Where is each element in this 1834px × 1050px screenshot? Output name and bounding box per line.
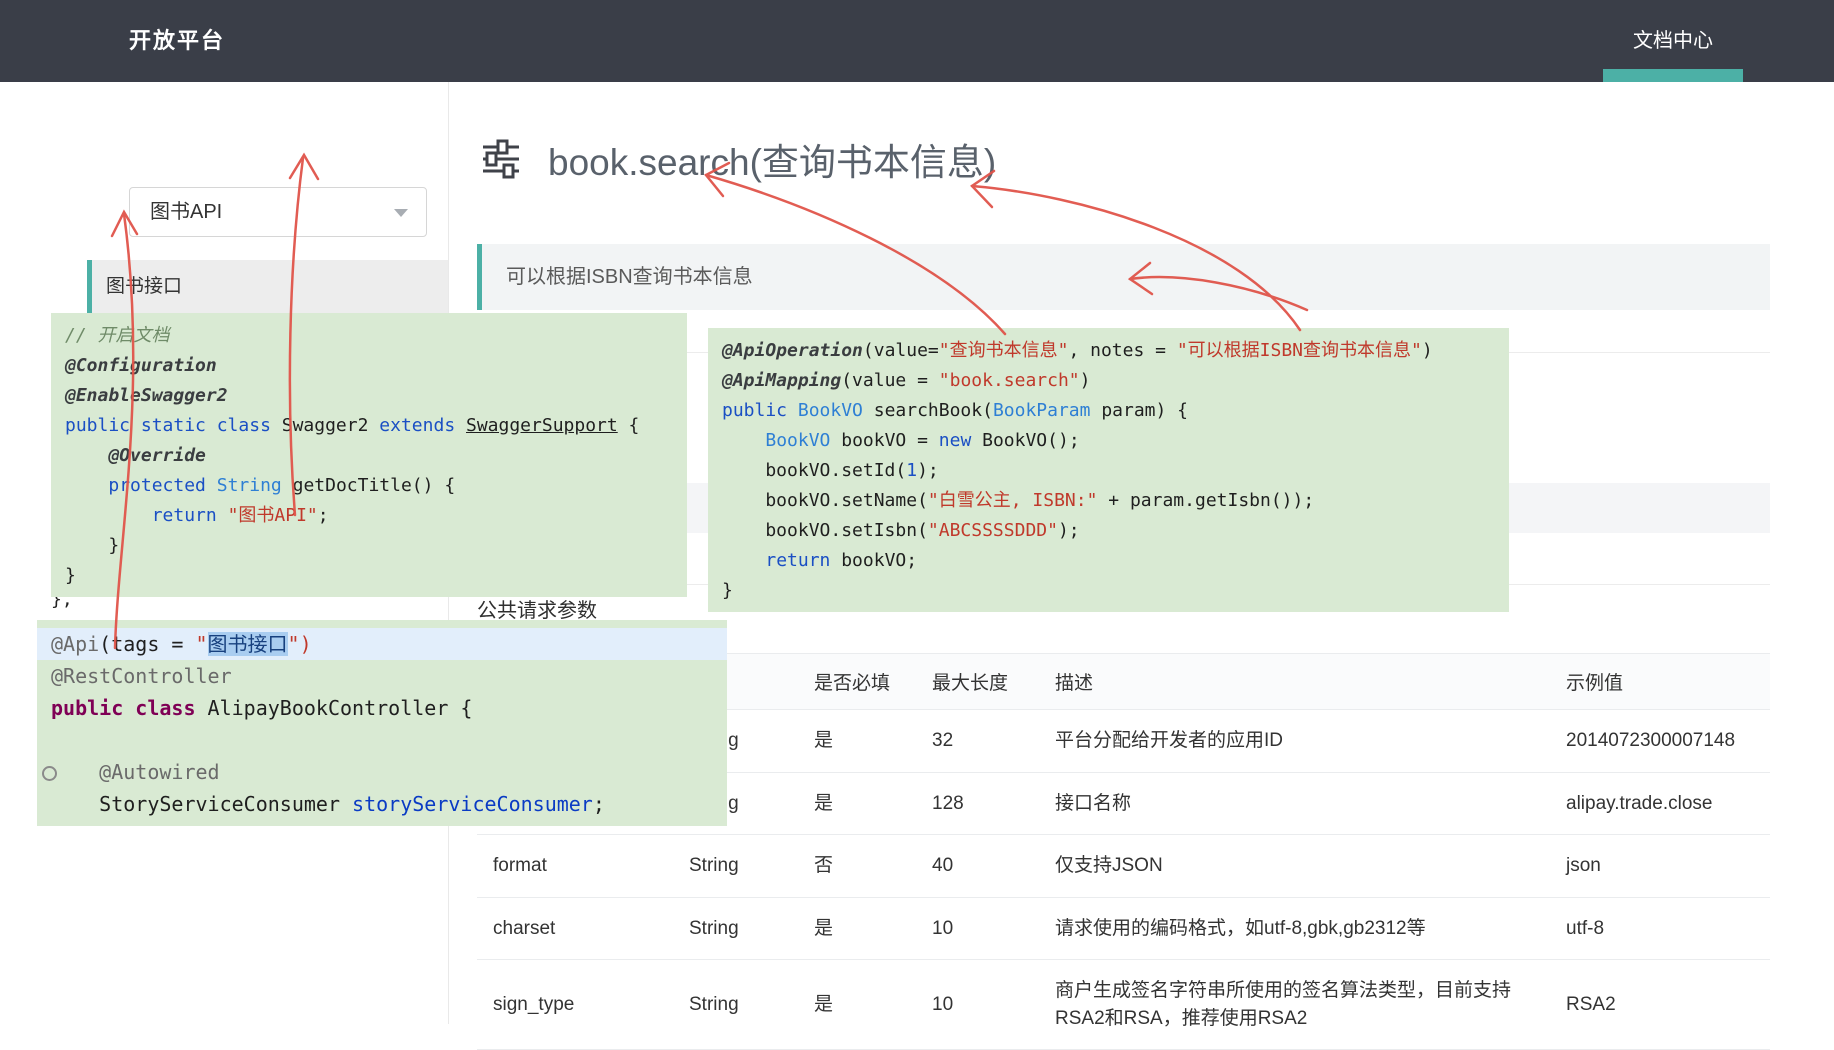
table-cell: 请求使用的编码格式，如utf-8,gbk,gb2312等 <box>1039 897 1550 960</box>
table-cell: 否 <box>798 835 916 898</box>
top-navbar: 开放平台 文档中心 <box>0 0 1834 82</box>
table-cell: json <box>1550 835 1770 898</box>
nav-item-doc-center-label: 文档中心 <box>1633 30 1713 52</box>
table-cell: 10 <box>916 897 1039 960</box>
code-line: bookVO.setId(1); <box>708 456 1509 486</box>
table-cell: 平台分配给开发者的应用ID <box>1039 710 1550 773</box>
table-cell: 是 <box>798 710 916 773</box>
table-cell: 仅支持JSON <box>1039 835 1550 898</box>
chevron-down-icon <box>394 209 408 217</box>
code-line: bookVO.setIsbn("ABCSSSSDDD"); <box>708 516 1509 546</box>
code-line: protected String getDocTitle() { <box>51 471 687 501</box>
table-cell: format <box>477 835 673 898</box>
code-line: public BookVO searchBook(BookParam param… <box>708 396 1509 426</box>
api-select-value: 图书API <box>150 188 222 236</box>
column-header: 是否必填 <box>798 654 916 710</box>
table-cell: 32 <box>916 710 1039 773</box>
code-line: BookVO bookVO = new BookVO(); <box>708 426 1509 456</box>
table-cell: sign_type <box>477 960 673 1050</box>
table-cell: 128 <box>916 772 1039 835</box>
table-cell: charset <box>477 897 673 960</box>
column-header: 示例值 <box>1550 654 1770 710</box>
api-select-dropdown[interactable]: 图书API <box>129 187 427 237</box>
code-line: @Autowired <box>37 756 727 788</box>
code-line: // 开启文档 <box>51 321 687 351</box>
code-line: bookVO.setName("白雪公主, ISBN:" + param.get… <box>708 486 1509 516</box>
table-cell: 是 <box>798 897 916 960</box>
table-cell: 10 <box>916 960 1039 1050</box>
code-line: @ApiOperation(value="查询书本信息", notes = "可… <box>708 336 1509 366</box>
code-line: return bookVO; <box>708 546 1509 576</box>
code-line: public static class Swagger2 extends Swa… <box>51 411 687 441</box>
nav-item-doc-center[interactable]: 文档中心 <box>1603 0 1743 82</box>
sidebar-item-book-api-group[interactable]: 图书接口 <box>87 260 448 314</box>
table-row: formatString否40仅支持JSONjson <box>477 835 1770 898</box>
table-cell: utf-8 <box>1550 897 1770 960</box>
table-cell: 商户生成签名字符串所使用的签名算法类型，目前支持RSA2和RSA，推荐使用RSA… <box>1039 960 1550 1050</box>
code-block-rest-controller: @Api(tags = "图书接口")@RestControllerpublic… <box>37 620 727 826</box>
code-line: @Override <box>51 441 687 471</box>
code-line <box>37 724 727 756</box>
page-title: book.search(查询书本信息) <box>548 132 996 186</box>
column-header: 最大长度 <box>916 654 1039 710</box>
table-cell: 是 <box>798 960 916 1050</box>
info-banner-text: 可以根据ISBN查询书本信息 <box>506 244 1770 310</box>
table-cell: RSA2 <box>1550 960 1770 1050</box>
table-cell: 2014072300007148 <box>1550 710 1770 773</box>
code-line: @ApiMapping(value = "book.search") <box>708 366 1509 396</box>
active-item-bar <box>87 260 92 314</box>
table-cell: String <box>673 835 798 898</box>
code-line: @Configuration <box>51 351 687 381</box>
code-line: } <box>51 531 687 561</box>
active-tab-indicator <box>1603 69 1743 82</box>
code-line: } <box>708 576 1509 606</box>
code-block-api-operation: @ApiOperation(value="查询书本信息", notes = "可… <box>708 328 1509 612</box>
table-cell: String <box>673 960 798 1050</box>
info-banner: 可以根据ISBN查询书本信息 <box>477 244 1770 310</box>
brand-logo[interactable]: 开放平台 <box>129 0 225 82</box>
table-cell: 接口名称 <box>1039 772 1550 835</box>
sliders-icon <box>479 136 523 180</box>
table-row: charsetString是10请求使用的编码格式，如utf-8,gbk,gb2… <box>477 897 1770 960</box>
code-line: @Api(tags = "图书接口") <box>37 628 727 660</box>
code-line: @EnableSwagger2 <box>51 381 687 411</box>
code-line: return "图书API"; <box>51 501 687 531</box>
code-line: @RestController <box>37 660 727 692</box>
table-cell: 40 <box>916 835 1039 898</box>
code-line: public class AlipayBookController { <box>37 692 727 724</box>
table-cell: alipay.trade.close <box>1550 772 1770 835</box>
code-line: } <box>51 561 687 591</box>
table-cell: String <box>673 897 798 960</box>
table-row: sign_typeString是10商户生成签名字符串所使用的签名算法类型，目前… <box>477 960 1770 1050</box>
params-heading: 公共请求参数 <box>477 594 597 623</box>
table-cell: 是 <box>798 772 916 835</box>
column-header: 描述 <box>1039 654 1550 710</box>
gutter-bean-icon <box>42 766 57 781</box>
code-block-swagger-config: // 开启文档@Configuration@EnableSwagger2publ… <box>51 313 687 597</box>
sidebar-item-label: 图书接口 <box>106 260 448 314</box>
code-line: StoryServiceConsumer storyServiceConsume… <box>37 788 727 820</box>
